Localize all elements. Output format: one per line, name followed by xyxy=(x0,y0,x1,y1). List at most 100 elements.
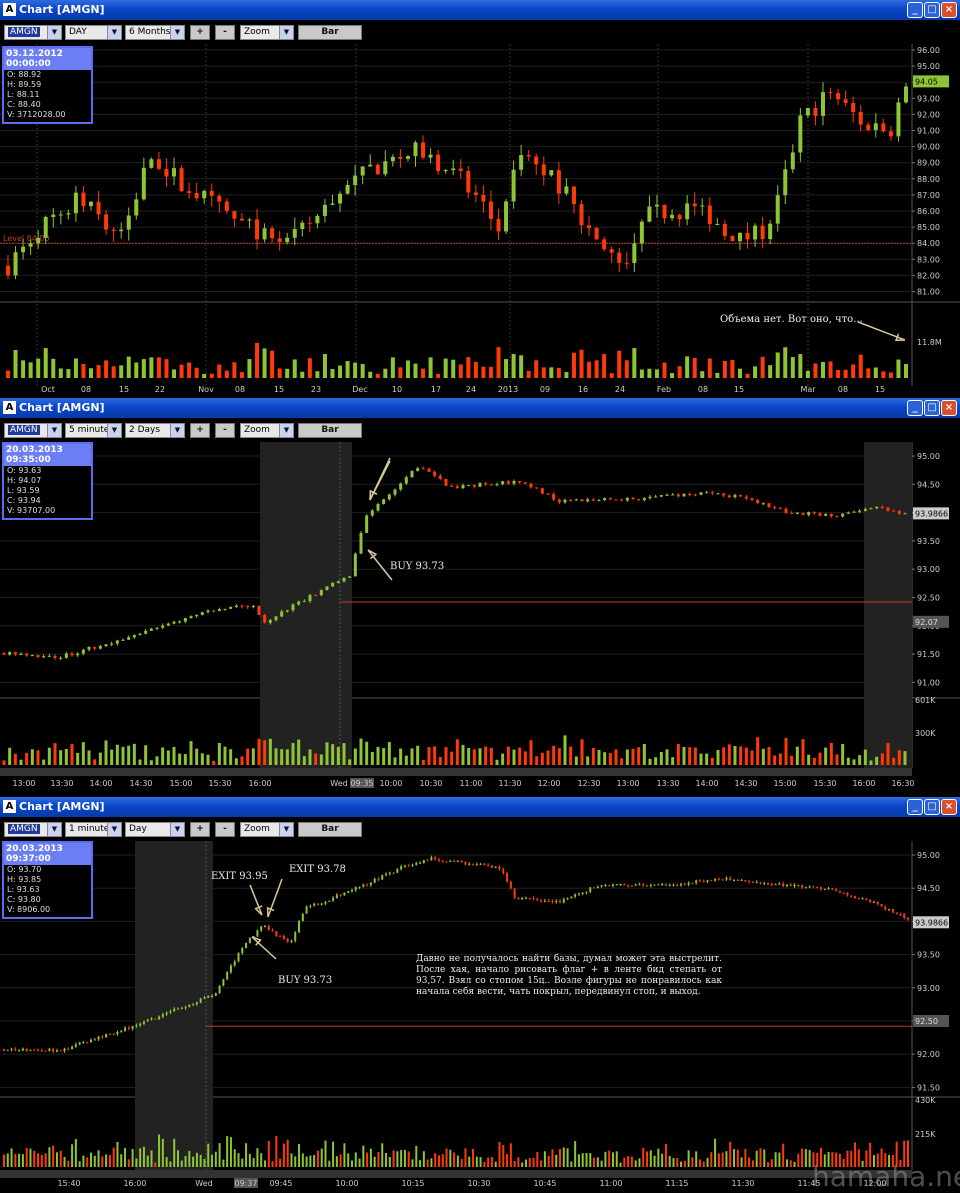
candle-body xyxy=(180,1007,183,1009)
volume-bar xyxy=(451,359,456,378)
candle-body xyxy=(552,493,556,500)
volume-bar xyxy=(222,1159,225,1167)
candle-body xyxy=(10,1048,13,1050)
candle-body xyxy=(234,605,238,607)
candle-body xyxy=(494,866,497,868)
candle-body xyxy=(43,217,48,238)
candle-body xyxy=(625,497,629,501)
volume-bar xyxy=(707,358,712,378)
volume-bar xyxy=(557,748,561,765)
volume-bar xyxy=(436,373,441,378)
candle-body xyxy=(166,623,170,626)
candle-body xyxy=(721,879,724,881)
volume-bar xyxy=(526,370,531,378)
volume-bar xyxy=(257,738,261,765)
candle-body xyxy=(502,868,505,874)
candle-body xyxy=(727,495,731,498)
candle-body xyxy=(13,652,17,655)
volume-bar xyxy=(579,349,584,378)
volume-bar xyxy=(691,1157,694,1167)
volume-bar xyxy=(245,1143,248,1167)
volume-bar xyxy=(638,1158,641,1167)
info-volume: V: 93707.00 xyxy=(7,506,56,515)
time-label: Mar xyxy=(800,385,816,394)
candle-body xyxy=(347,891,350,893)
candle-body xyxy=(513,888,516,898)
volume-bar xyxy=(820,361,825,378)
candle-body xyxy=(805,108,810,116)
time-label: 10:00 xyxy=(335,1179,358,1188)
volume-bar xyxy=(478,748,482,765)
time-label: 14:00 xyxy=(89,779,112,788)
volume-bar xyxy=(416,745,420,765)
candle-body xyxy=(359,532,363,554)
volume-bar xyxy=(487,1157,490,1167)
candle-body xyxy=(407,865,410,867)
time-label: 08 xyxy=(698,385,708,394)
candle-body xyxy=(461,485,465,489)
volume-bar xyxy=(332,1141,335,1167)
volume-bar xyxy=(18,1153,21,1167)
volume-bar xyxy=(330,369,335,378)
volume-bar xyxy=(403,1149,406,1167)
candle-body xyxy=(362,884,365,887)
candle-body xyxy=(627,885,630,887)
volume-bar xyxy=(683,1160,686,1167)
candle-body xyxy=(744,879,747,882)
candle-body xyxy=(309,905,312,907)
candle-body xyxy=(858,510,862,512)
time-label: 11:30 xyxy=(498,779,521,788)
candle-body xyxy=(872,901,875,903)
candle-body xyxy=(396,869,399,873)
candle-body xyxy=(547,900,550,902)
candle-body xyxy=(25,653,29,656)
candle-body xyxy=(688,493,692,495)
candle-body xyxy=(223,608,227,610)
candle-body xyxy=(226,972,229,980)
candle-body xyxy=(897,511,901,514)
volume-label: 601K xyxy=(915,696,936,705)
time-label: 2013 xyxy=(498,385,518,394)
candle-body xyxy=(518,481,522,483)
candle-body xyxy=(661,883,664,885)
info-open: O: 93.70 xyxy=(7,865,42,874)
candle-body xyxy=(453,860,456,862)
volume-bar xyxy=(721,1152,724,1167)
candle-body xyxy=(229,606,233,609)
volume-bar xyxy=(904,363,908,378)
volume-bar xyxy=(611,1152,614,1167)
candle-body xyxy=(307,222,312,224)
candle-body xyxy=(89,201,94,207)
candle-body xyxy=(670,214,675,219)
time-label: 23 xyxy=(311,385,321,394)
candle-body xyxy=(677,214,682,220)
volume-bar xyxy=(818,752,822,765)
price-label: 88.00 xyxy=(917,175,940,184)
volume-bar xyxy=(87,750,91,765)
time-label: 15:30 xyxy=(208,779,231,788)
volume-bar xyxy=(353,362,358,378)
volume-bar xyxy=(617,350,622,378)
candle-body xyxy=(458,168,463,171)
candle-body xyxy=(524,897,527,899)
candle-body xyxy=(410,470,414,478)
volume-bar xyxy=(404,755,408,765)
volume-bar xyxy=(214,1151,217,1167)
candle-body xyxy=(784,508,788,513)
candle-body xyxy=(888,909,891,911)
volume-bar xyxy=(574,756,578,765)
volume-bar xyxy=(218,1143,221,1167)
candle-body xyxy=(419,862,422,864)
price-label: 92.00 xyxy=(917,1050,940,1059)
candle-body xyxy=(523,482,527,484)
candle-body xyxy=(761,503,765,505)
volume-bar xyxy=(710,757,714,765)
candle-body xyxy=(816,886,819,888)
site-watermark: hamaha.net xyxy=(812,1160,960,1193)
volume-bar xyxy=(21,1154,24,1167)
candle-body xyxy=(540,900,543,902)
volume-bar xyxy=(532,1157,535,1167)
volume-bar xyxy=(596,1157,599,1167)
candle-body xyxy=(571,186,576,205)
candle-body xyxy=(2,652,6,655)
